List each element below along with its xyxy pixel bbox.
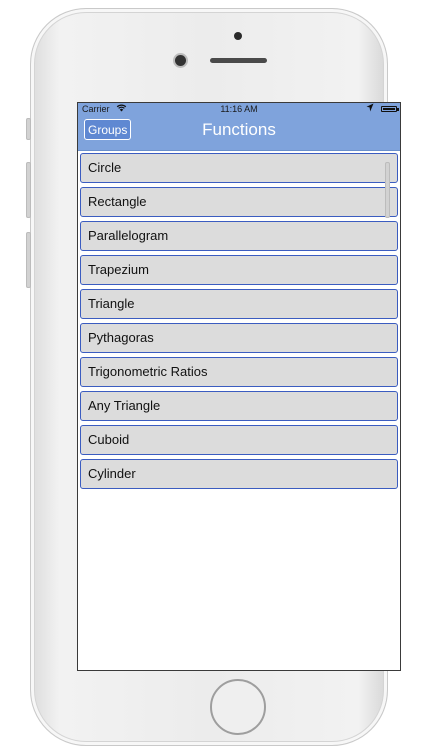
app-screen: Carrier 11:16 AM Groups Functions Circle… bbox=[77, 102, 401, 671]
volume-up-button bbox=[26, 162, 31, 218]
home-button[interactable] bbox=[210, 679, 266, 735]
list-item-any-triangle[interactable]: Any Triangle bbox=[80, 391, 398, 421]
power-button bbox=[385, 162, 390, 218]
battery-tip bbox=[397, 108, 399, 111]
volume-down-button bbox=[26, 232, 31, 288]
page-title: Functions bbox=[202, 120, 276, 139]
mute-switch bbox=[26, 118, 31, 140]
phone-frame: Carrier 11:16 AM Groups Functions Circle… bbox=[30, 8, 401, 746]
front-camera bbox=[175, 55, 186, 66]
list-item-triangle[interactable]: Triangle bbox=[80, 289, 398, 319]
status-time: 11:16 AM bbox=[220, 104, 258, 114]
list-item-parallelogram[interactable]: Parallelogram bbox=[80, 221, 398, 251]
status-bar: Carrier 11:16 AM bbox=[78, 103, 400, 116]
earpiece-speaker bbox=[210, 58, 267, 63]
navigation-bar: Carrier 11:16 AM Groups Functions bbox=[78, 103, 400, 151]
list-item-trapezium[interactable]: Trapezium bbox=[80, 255, 398, 285]
functions-list: Circle Rectangle Parallelogram Trapezium… bbox=[80, 153, 398, 493]
list-item-rectangle[interactable]: Rectangle bbox=[80, 187, 398, 217]
proximity-sensor bbox=[234, 32, 242, 40]
list-item-circle[interactable]: Circle bbox=[80, 153, 398, 183]
location-arrow-icon bbox=[366, 103, 374, 114]
list-item-trigonometric-ratios[interactable]: Trigonometric Ratios bbox=[80, 357, 398, 387]
list-item-cylinder[interactable]: Cylinder bbox=[80, 459, 398, 489]
list-item-pythagoras[interactable]: Pythagoras bbox=[80, 323, 398, 353]
list-item-cuboid[interactable]: Cuboid bbox=[80, 425, 398, 455]
battery-icon bbox=[381, 106, 397, 112]
